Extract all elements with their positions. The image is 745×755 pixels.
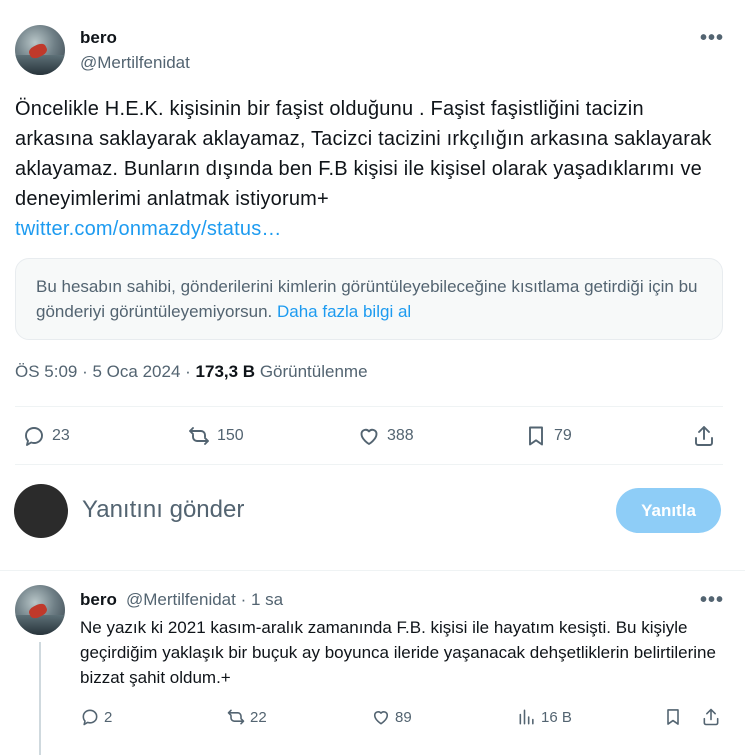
reply-count: 23 [52,427,70,444]
bookmark-count: 79 [554,427,572,444]
tweet-date[interactable]: 5 Oca 2024 [93,362,181,381]
reply-action[interactable]: 23 [22,424,70,448]
tweet-text: Öncelikle H.E.K. kişisinin bir faşist ol… [15,94,715,244]
share-action[interactable] [692,424,716,448]
divider [0,570,745,571]
reply-action[interactable]: 2 [80,707,112,727]
like-action[interactable]: 89 [371,707,412,727]
bookmark-action[interactable] [663,707,683,727]
retweet-action[interactable]: 150 [187,424,244,448]
views-action[interactable]: 16 B [517,707,572,727]
author-handle[interactable]: @Mertilfenidat [80,53,190,73]
views-count: 173,3 B [195,362,256,381]
reply-author-handle: @Mertilfenidat · 1 sa [126,590,284,609]
heart-icon [373,711,389,725]
divider [15,406,723,407]
reply-button[interactable]: Yanıtla [616,488,721,533]
more-horizontal-icon[interactable]: ••• [700,28,724,48]
retweet-action[interactable]: 22 [226,707,267,727]
reply-input[interactable]: Yanıtını gönder [82,496,244,524]
reply-icon [82,709,98,726]
views-label: Görüntülenme [259,362,368,381]
analytics-icon [519,709,534,725]
author-avatar[interactable] [15,25,65,75]
reply-icon [25,427,43,446]
tweet-body: Öncelikle H.E.K. kişisinin bir faşist ol… [15,98,712,210]
reply-handle[interactable]: @Mertilfenidat [126,590,236,609]
thread-line [39,642,41,755]
share-icon [703,708,719,726]
like-count: 89 [395,708,412,726]
reply-author-avatar[interactable] [15,585,65,635]
reply-text: Ne yazık ki 2021 kasım-aralık zamanında … [80,618,716,687]
reply-time[interactable]: 1 sa [251,590,283,609]
bookmark-action[interactable]: 79 [524,424,572,448]
retweet-count: 22 [250,708,267,726]
retweet-icon [227,709,245,725]
bookmark-icon [667,709,679,725]
author-name[interactable]: bero [80,28,117,48]
like-count: 388 [387,427,414,444]
retweet-count: 150 [217,427,244,444]
learn-more-link[interactable]: Daha fazla bilgi al [277,302,411,321]
reply-author-name[interactable]: bero [80,590,117,610]
heart-icon [360,428,378,445]
tweet-meta: ÖS 5:09 · 5 Oca 2024 · 173,3 B Görüntüle… [15,362,368,381]
more-horizontal-icon[interactable]: ••• [700,590,724,610]
divider [15,464,723,465]
share-action[interactable] [701,707,721,727]
share-icon [695,426,713,446]
tweet-time[interactable]: ÖS 5:09 [15,362,77,381]
tweet-link[interactable]: twitter.com/onmazdy/status… [15,218,282,240]
views-count: 16 B [541,708,572,726]
like-action[interactable]: 388 [357,424,414,448]
retweet-icon [189,427,209,445]
reply-count: 2 [104,708,113,726]
bookmark-icon [529,426,543,446]
current-user-avatar[interactable] [14,484,68,538]
restricted-quote-notice: Bu hesabın sahibi, gönderilerini kimleri… [15,258,723,340]
